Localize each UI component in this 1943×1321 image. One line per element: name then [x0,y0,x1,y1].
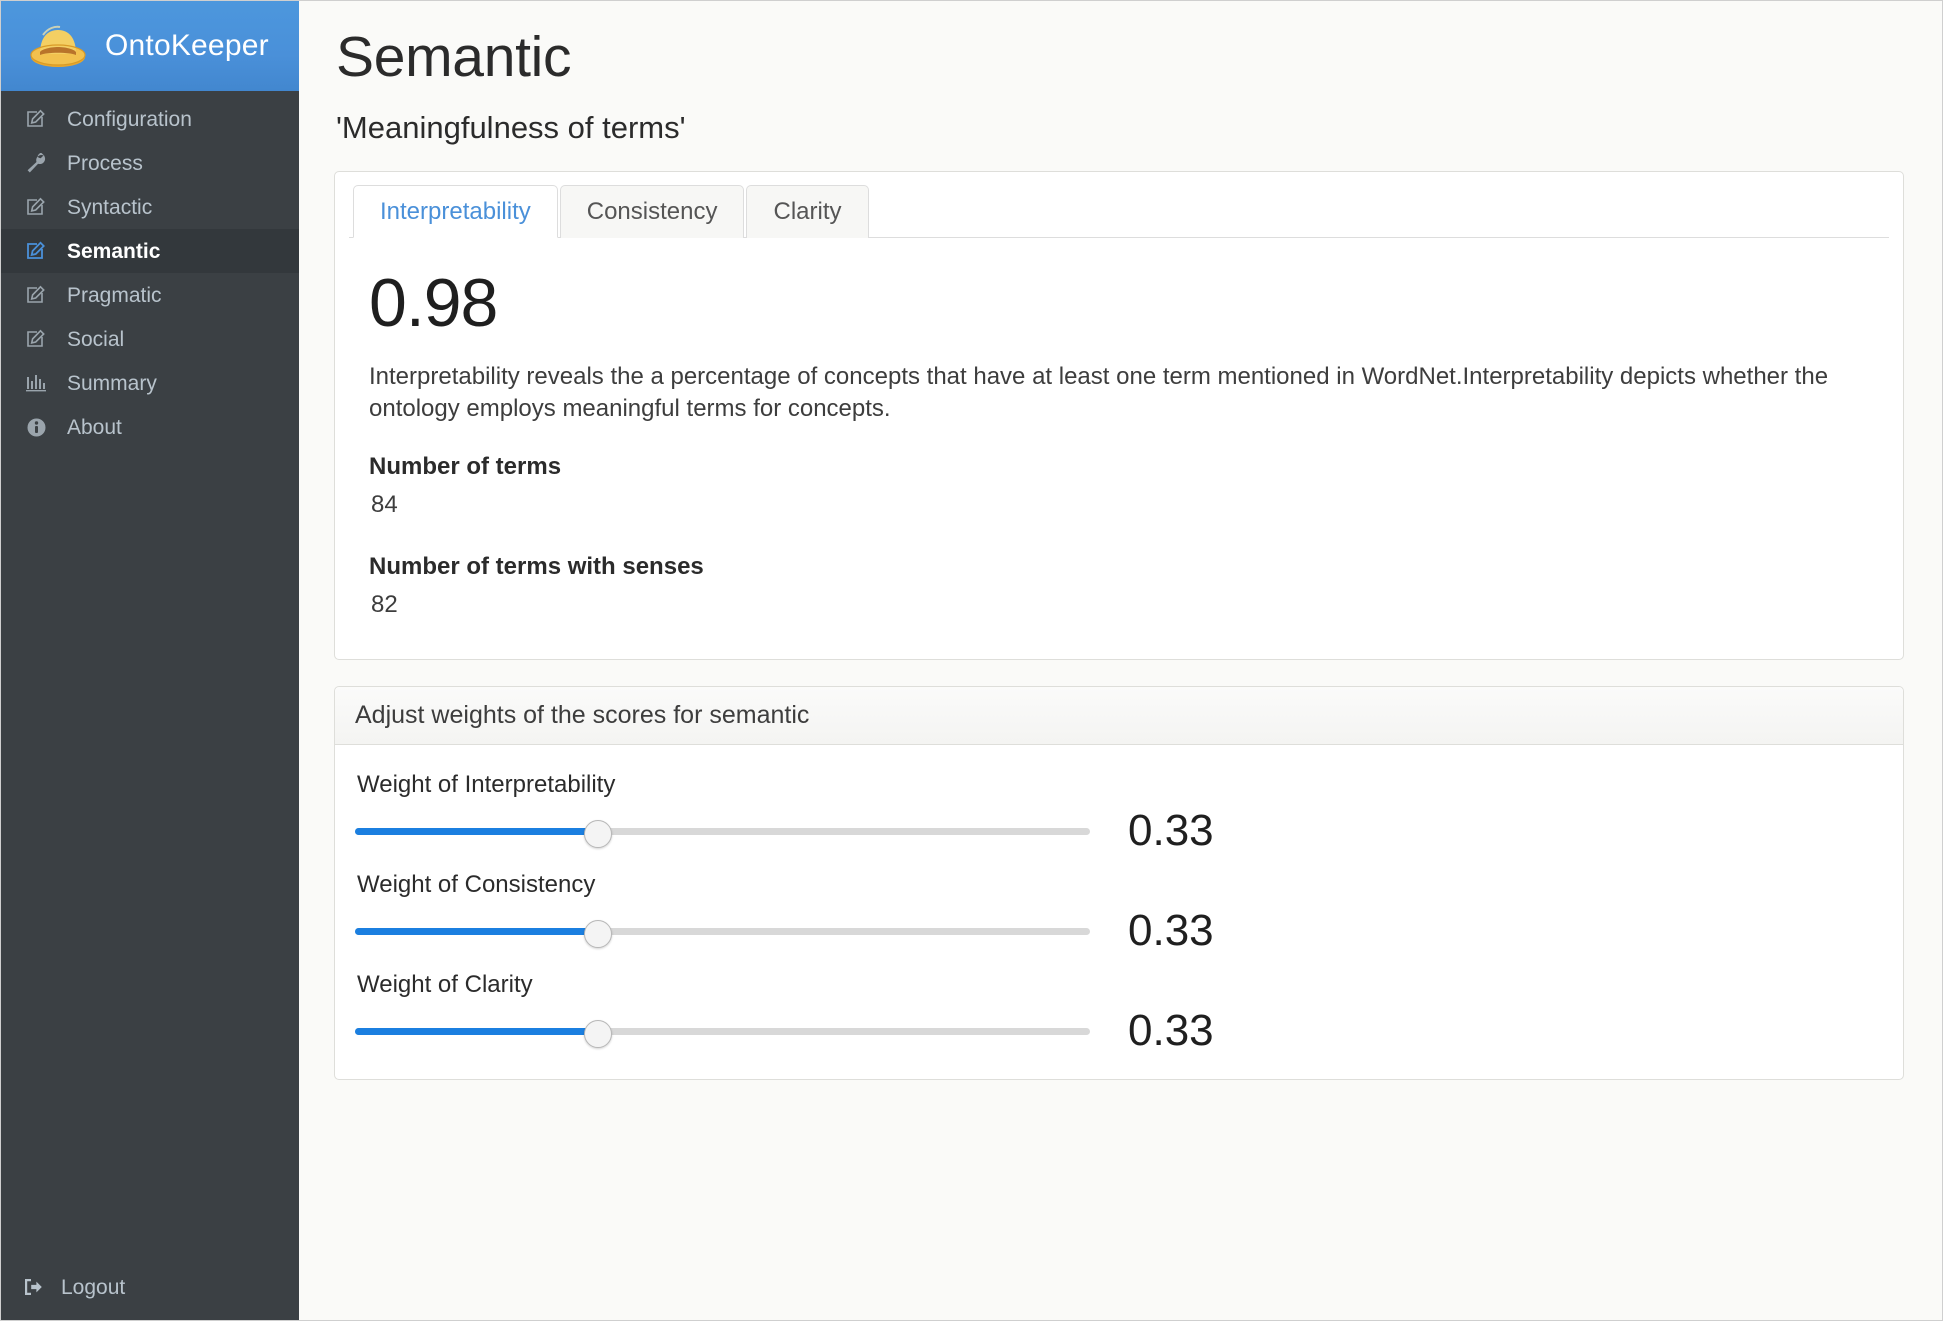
slider-fill [355,827,598,835]
tab-label: Interpretability [380,197,531,225]
weight-label: Weight of Clarity [357,970,533,998]
page-title: Semantic [336,25,572,89]
sidebar-nav: Configuration Process Syntactic Semantic… [1,91,299,1320]
sidebar-item-label: About [67,415,122,439]
brand-title: OntoKeeper [105,29,269,62]
weight-value: 0.33 [1128,1005,1214,1055]
slider-thumb[interactable] [583,819,612,848]
sidebar-item-about[interactable]: About [1,405,299,449]
sidebar-item-label: Semantic [67,239,161,263]
sidebar-item-social[interactable]: Social [1,317,299,361]
slider-fill [355,1027,598,1035]
sidebar-item-summary[interactable]: Summary [1,361,299,405]
sidebar-item-syntactic[interactable]: Syntactic [1,185,299,229]
edit-square-icon [23,283,49,307]
sidebar-item-label: Process [67,151,143,175]
weights-panel-body: Weight of Interpretability 0.33 Weight o… [335,745,1903,1079]
tab-interpretability[interactable]: Interpretability [353,184,558,239]
sidebar-item-label: Social [67,327,125,351]
sidebar-item-label: Summary [67,371,157,395]
weight-label: Weight of Interpretability [357,770,616,798]
weight-row-clarity: Weight of Clarity 0.33 [355,971,1883,1053]
info-circle-icon [23,415,49,439]
sidebar-item-pragmatic[interactable]: Pragmatic [1,273,299,317]
straw-hat-icon [29,22,87,70]
tab-clarity[interactable]: Clarity [746,184,869,239]
sidebar-item-semantic[interactable]: Semantic [1,229,299,273]
sidebar: OntoKeeper Configuration Process Syntact… [1,1,299,1320]
tab-consistency[interactable]: Consistency [559,184,745,239]
logout-button[interactable]: Logout [1,1276,125,1298]
field-label-number-of-terms-with-senses: Number of terms with senses [369,552,704,580]
page-subtitle: 'Meaningfulness of terms' [336,109,686,145]
application-window: OntoKeeper Configuration Process Syntact… [0,0,1943,1321]
bar-chart-icon [23,371,49,395]
metric-description: Interpretability reveals the a percentag… [369,363,1829,423]
tab-label: Clarity [773,197,842,225]
weight-label: Weight of Consistency [357,870,596,898]
sidebar-item-label: Configuration [67,107,192,131]
metric-tabs: Interpretability Consistency Clarity [349,184,1889,239]
tab-panel-interpretability: 0.98 Interpretability reveals the a perc… [349,238,1889,659]
sidebar-item-process[interactable]: Process [1,141,299,185]
weights-panel: Adjust weights of the scores for semanti… [334,685,1904,1080]
weight-row-interpretability: Weight of Interpretability 0.33 [355,771,1883,853]
sign-out-icon [23,1276,47,1298]
weight-value: 0.33 [1128,905,1214,955]
edit-square-icon [23,195,49,219]
logout-label: Logout [61,1275,126,1299]
edit-square-icon [23,107,49,131]
weight-slider-consistency[interactable] [355,916,1090,948]
weights-panel-heading: Adjust weights of the scores for semanti… [335,686,1903,745]
edit-square-icon [23,327,49,351]
slider-thumb[interactable] [583,919,612,948]
field-value-number-of-terms-with-senses: 82 [371,590,398,618]
sidebar-item-label: Pragmatic [67,283,162,307]
slider-fill [355,927,598,935]
slider-thumb[interactable] [583,1019,612,1048]
field-label-number-of-terms: Number of terms [369,452,562,480]
edit-square-icon [23,239,49,263]
weight-slider-clarity[interactable] [355,1016,1090,1048]
metric-panel: Interpretability Consistency Clarity 0.9… [334,170,1904,660]
metric-score: 0.98 [369,265,498,342]
main-content: Semantic 'Meaningfulness of terms' Inter… [299,1,1942,1320]
sidebar-item-label: Syntactic [67,195,153,219]
wrench-icon [23,151,49,175]
weight-slider-interpretability[interactable] [355,816,1090,848]
weight-row-consistency: Weight of Consistency 0.33 [355,871,1883,953]
field-value-number-of-terms: 84 [371,490,398,518]
brand-header[interactable]: OntoKeeper [1,1,299,91]
sidebar-item-configuration[interactable]: Configuration [1,97,299,141]
weight-value: 0.33 [1128,805,1214,855]
tab-label: Consistency [586,197,718,225]
